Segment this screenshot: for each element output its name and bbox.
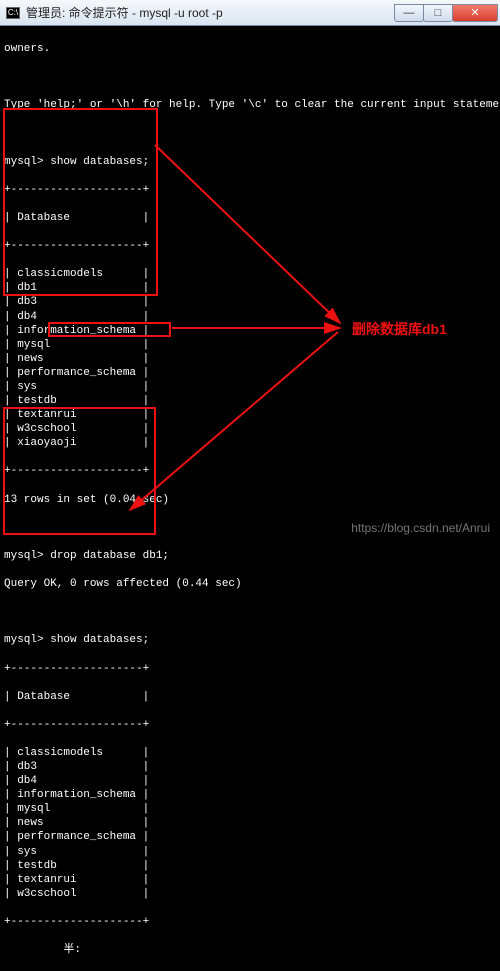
db-row: | db3 | [4,760,496,774]
prompt-text: mysql> [4,550,44,562]
prompt-text: mysql> [4,634,44,646]
annotation-label: 删除数据库db1 [352,319,447,339]
help-line: Type 'help;' or '\h' for help. Type '\c'… [4,98,496,112]
window-title: 管理员: 命令提示符 - mysql -u root -p [26,4,394,21]
db-row: | textanrui | [4,408,496,422]
db-row: | sys | [4,380,496,394]
db-row: | classicmodels | [4,746,496,760]
sep: +--------------------+ [4,239,496,253]
db-row: | mysql | [4,338,496,352]
cmd-show2: show databases; [50,634,149,646]
db-row: | testdb | [4,394,496,408]
sep: +--------------------+ [4,915,496,929]
db-row: | performance_schema | [4,830,496,844]
sep: +--------------------+ [4,464,496,478]
db-row: | testdb | [4,859,496,873]
cmd-icon: C:\ [6,7,20,19]
db-row: | db4 | [4,774,496,788]
prompt-show2: mysql> show databases; [4,633,496,647]
db-row: | news | [4,352,496,366]
db-row: | db3 | [4,295,496,309]
cmd-icon-label: C:\ [8,9,18,17]
minimize-button[interactable]: — [394,4,424,22]
db-row: | information_schema | [4,788,496,802]
db-row: | mysql | [4,802,496,816]
sep: +--------------------+ [4,718,496,732]
col-header: | Database | [4,690,496,704]
db-row: | xiaoyaoji | [4,436,496,450]
cmd-drop: drop database db1; [50,550,169,562]
maximize-button[interactable]: □ [423,4,453,22]
prompt-show1: mysql> show databases; [4,155,496,169]
db-row: | w3cschool | [4,422,496,436]
db-row: | classicmodels | [4,267,496,281]
footer-glyph: 半: [4,943,496,957]
prompt-drop: mysql> drop database db1; [4,549,496,563]
sep: +--------------------+ [4,183,496,197]
blank [4,605,496,619]
close-button[interactable]: ✕ [452,4,498,22]
rows1: 13 rows in set (0.04 sec) [4,493,496,507]
maximize-icon: □ [435,7,442,19]
db-row: | sys | [4,845,496,859]
window-controls: — □ ✕ [394,4,498,22]
col-header: | Database | [4,211,496,225]
owners-line: owners. [4,42,496,56]
db-row: | news | [4,816,496,830]
close-icon: ✕ [470,6,479,19]
db-row: | db1 | [4,281,496,295]
blank [4,127,496,141]
blank [4,70,496,84]
terminal-output[interactable]: owners. Type 'help;' or '\h' for help. T… [0,26,500,539]
cmd-show1: show databases; [50,156,149,168]
minimize-icon: — [404,7,415,19]
prompt-text: mysql> [4,156,44,168]
watermark: https://blog.csdn.net/Anrui [351,521,490,535]
window-titlebar: C:\ 管理员: 命令提示符 - mysql -u root -p — □ ✕ [0,0,500,26]
sep: +--------------------+ [4,662,496,676]
ime-indicator: 半: [63,944,81,956]
db-row: | performance_schema | [4,366,496,380]
drop-result: Query OK, 0 rows affected (0.44 sec) [4,577,496,591]
db-row: | textanrui | [4,873,496,887]
db-row: | w3cschool | [4,887,496,901]
